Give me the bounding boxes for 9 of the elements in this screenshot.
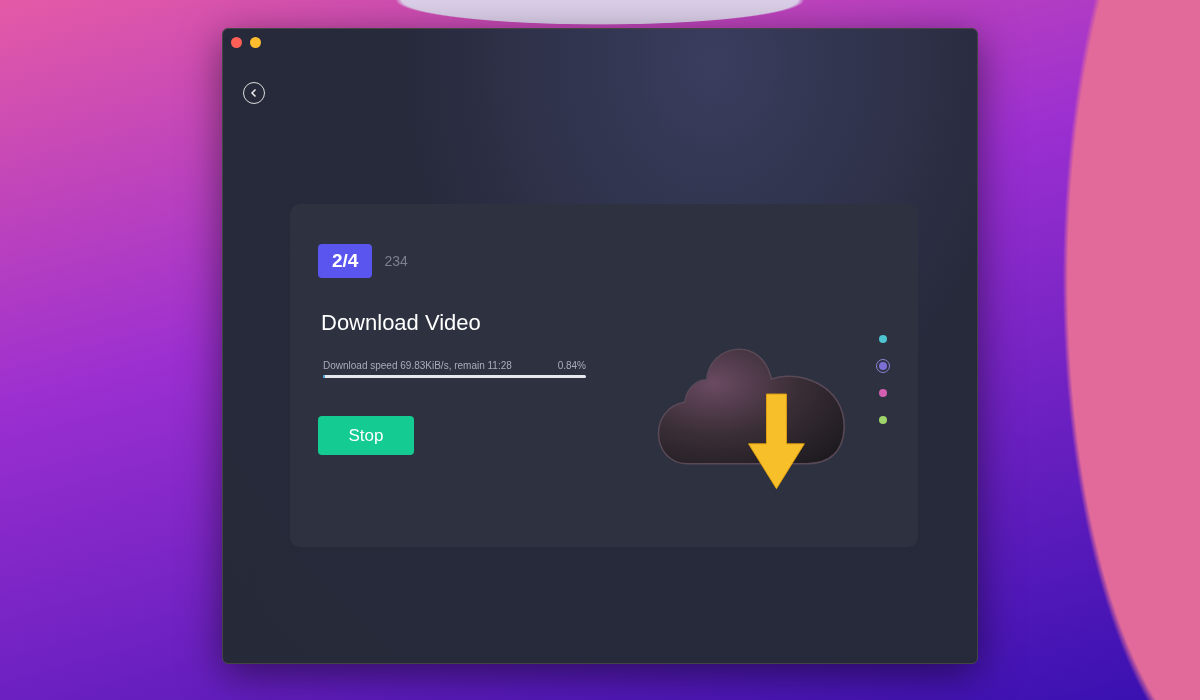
download-title: Download Video — [321, 310, 482, 336]
chevron-left-icon — [249, 88, 259, 98]
download-status: Download speed 69.83KiB/s, remain 11:28 — [323, 360, 512, 371]
stop-button[interactable]: Stop — [318, 416, 414, 455]
minimize-window-button[interactable] — [250, 37, 261, 48]
progress-percent: 0.84% — [557, 360, 586, 371]
close-window-button[interactable] — [231, 37, 242, 48]
step-badge: 2/4 — [318, 244, 373, 278]
count-label: 234 — [384, 253, 408, 269]
